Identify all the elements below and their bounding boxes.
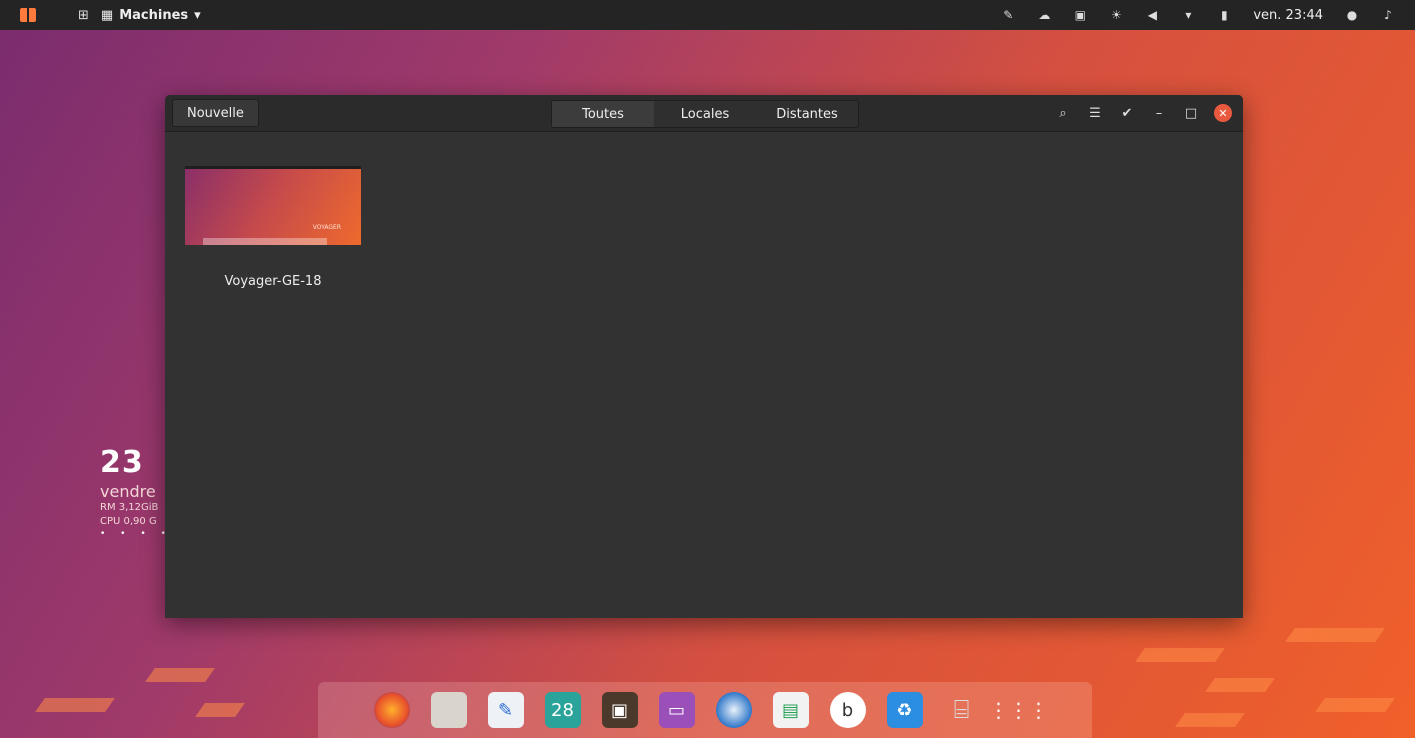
calendar-icon[interactable]: 28 (544, 692, 581, 728)
app-menu[interactable]: ▦ Machines ▾ (101, 8, 201, 23)
pen-icon[interactable]: ✎ (1001, 8, 1015, 22)
cloud-icon[interactable]: ☁ (1037, 8, 1051, 22)
dock: ✎ 28 ▣ ▭ ▤ b ♻ ⌸ ⋮⋮⋮ (318, 682, 1092, 738)
window-headerbar: Nouvelle Toutes Locales Distantes ⌕ ☰ ✔ … (165, 95, 1243, 132)
wifi-icon[interactable]: ▾ (1181, 8, 1195, 22)
ubuntu-logo-icon[interactable] (20, 8, 36, 22)
widget-ram: RM 3,12GiB (100, 502, 159, 513)
widget-dots: • • • • (100, 529, 172, 539)
machines-app-icon: ▦ (100, 7, 114, 23)
machines-window: Nouvelle Toutes Locales Distantes ⌕ ☰ ✔ … (165, 95, 1243, 618)
widget-day: vendre (100, 482, 156, 501)
close-icon[interactable]: ✕ (1214, 104, 1232, 122)
maximize-icon[interactable]: □ (1182, 104, 1200, 122)
activities-grid-icon[interactable]: ⊞ (78, 8, 89, 23)
clock[interactable]: ven. 23:44 (1253, 8, 1323, 23)
tab-all[interactable]: Toutes (552, 101, 654, 127)
select-check-icon[interactable]: ✔ (1118, 104, 1136, 122)
firefox-icon[interactable] (373, 692, 410, 728)
widget-cpu: CPU 0,90 G (100, 516, 157, 527)
text-editor-icon[interactable]: ✎ (487, 692, 524, 728)
top-panel: ⊞ ▦ Machines ▾ ✎ ☁ ▣ ☀ ◀ ▾ ▮ ven. 23:44 … (0, 0, 1415, 30)
widget-time: 23 (100, 445, 144, 480)
window-app-icon[interactable]: ▭ (658, 692, 695, 728)
recycle-icon[interactable]: ♻ (886, 692, 923, 728)
list-view-icon[interactable]: ☰ (1086, 104, 1104, 122)
bell-icon[interactable]: ♪ (1381, 8, 1395, 22)
tab-remote[interactable]: Distantes (756, 101, 858, 127)
app-menu-label: Machines (119, 7, 189, 23)
machine-thumbnail[interactable]: VOYAGER (185, 166, 361, 245)
settings-toggle-icon[interactable]: ▤ (772, 692, 809, 728)
files-icon[interactable] (430, 692, 467, 728)
tab-local[interactable]: Locales (654, 101, 756, 127)
app-grid-icon[interactable]: ⋮⋮⋮ (989, 692, 1049, 728)
user-icon[interactable]: ● (1345, 8, 1359, 22)
chevron-down-icon: ▾ (194, 7, 201, 23)
volume-icon[interactable]: ◀ (1145, 8, 1159, 22)
machines-grid: VOYAGER Voyager-GE-18 (165, 132, 1243, 618)
new-machine-button[interactable]: Nouvelle (172, 99, 259, 127)
brightness-icon[interactable]: ☀ (1109, 8, 1123, 22)
thunderbird-icon[interactable] (715, 692, 752, 728)
thumbnail-label: VOYAGER (312, 224, 341, 231)
view-switcher: Toutes Locales Distantes (551, 100, 859, 128)
tv-icon[interactable]: ▣ (601, 692, 638, 728)
machine-name: Voyager-GE-18 (224, 274, 322, 289)
machine-item[interactable]: VOYAGER Voyager-GE-18 (185, 166, 361, 289)
terminal-icon[interactable]: ▣ (1073, 8, 1087, 22)
search-icon[interactable]: ⌕ (1054, 104, 1072, 122)
b-app-icon[interactable]: b (829, 692, 866, 728)
cube-app-icon[interactable]: ⌸ (944, 692, 980, 728)
minimize-icon[interactable]: – (1150, 104, 1168, 122)
desktop-clock-widget: 23 vendre RM 3,12GiB CPU 0,90 G • • • • (100, 445, 172, 539)
battery-icon[interactable]: ▮ (1217, 8, 1231, 22)
